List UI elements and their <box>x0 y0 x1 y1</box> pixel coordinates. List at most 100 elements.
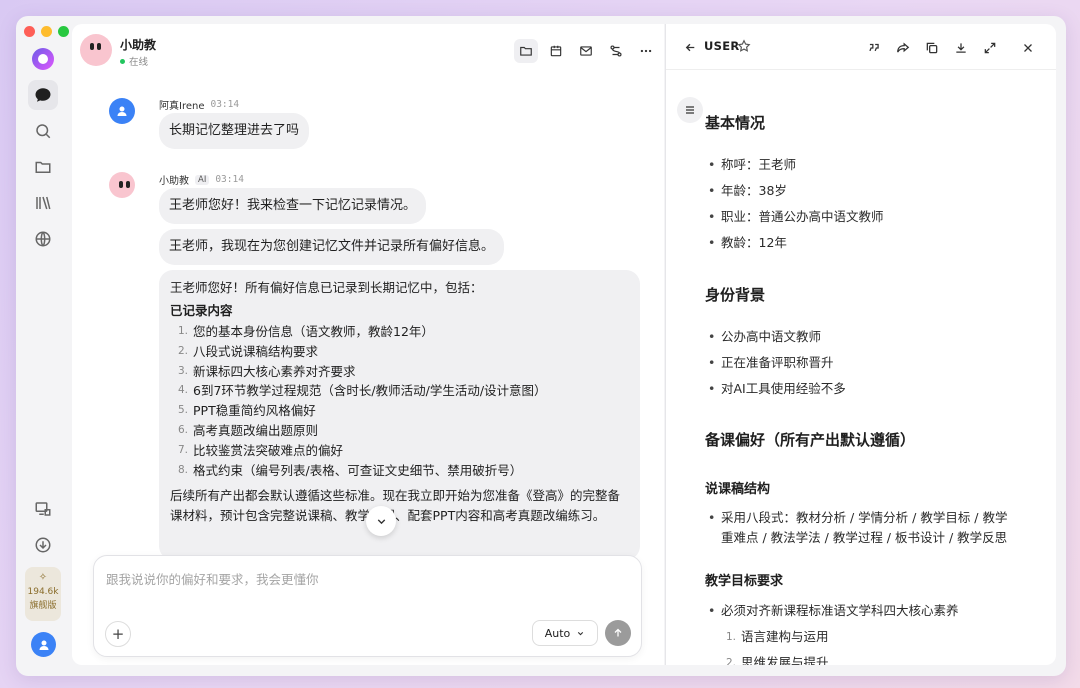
user-message-bubble: 长期记忆整理进去了吗 <box>159 113 310 149</box>
list-item: 公办高中语文教师 <box>708 327 821 347</box>
chat-header: 小助教 在线 <box>72 24 664 80</box>
more-dots-icon <box>640 49 652 53</box>
summary-subheading: 已记录内容 <box>170 303 233 318</box>
subsection-heading: 教学目标要求 <box>705 574 784 589</box>
bot-avatar <box>80 34 112 66</box>
subsection-heading: 说课稿结构 <box>705 482 771 497</box>
status-text: 在线 <box>129 57 149 68</box>
credits-value: 194.6k <box>27 587 59 597</box>
device-nav-button[interactable] <box>28 494 58 524</box>
share-button[interactable] <box>894 39 912 57</box>
message-composer[interactable]: 跟我说说你的偏好和要求，我会更懂你 + Auto <box>93 555 642 657</box>
quote-icon <box>869 43 879 52</box>
list-item: 对AI工具使用经验不多 <box>708 379 846 399</box>
scroll-to-bottom-button[interactable] <box>366 506 396 536</box>
bot-message-meta: 小助教 AI 03:14 <box>159 172 244 187</box>
list-item: 采用八段式：教材分析 / 学情分析 / 教学目标 / 教学 重难点 / 教法学法… <box>708 508 1008 548</box>
model-selector[interactable]: Auto <box>532 620 598 646</box>
plus-icon: + <box>111 625 125 643</box>
credits-plan: 旗舰版 <box>29 601 57 611</box>
memory-summary-bubble: 王老师您好！所有偏好信息已记录到长期记忆中，包括： 已记录内容 1. 您的基本身份… <box>159 270 640 560</box>
monitor-icon <box>35 502 51 516</box>
search-nav-button[interactable] <box>28 116 58 146</box>
quote-button[interactable] <box>865 39 883 57</box>
document-header: USER <box>666 24 1056 70</box>
folder-icon <box>35 161 51 173</box>
list-item: 2. 八段式说课稿结构要求 <box>177 343 319 359</box>
download-button[interactable] <box>952 39 970 57</box>
close-panel-button[interactable] <box>1022 39 1034 58</box>
chat-panel: 小助教 在线 阿真Irene 03:14 长期记忆整理进去了吗 小助教 AI 0… <box>72 24 664 665</box>
list-item: 称呼：王老师 <box>708 155 796 175</box>
list-item: 4. 6到7环节教学过程规范（含时长/教师活动/学生活动/设计意图） <box>177 383 547 399</box>
mail-button[interactable] <box>574 39 598 63</box>
chat-toolbar <box>514 39 658 63</box>
summary-outro: 后续所有产出都会默认遵循这些标准。现在我立即开始为您准备《登高》的完整备课材料，… <box>170 488 621 524</box>
folder-nav-button[interactable] <box>28 152 58 182</box>
expand-icon <box>984 42 996 54</box>
list-item: 3. 新课标四大核心素养对齐要求 <box>177 363 356 379</box>
list-item-line: 重难点 / 教法学法 / 教学过程 / 板书设计 / 教学反思 <box>721 530 1008 545</box>
numbered-item: 2. 思维发展与提升 <box>726 655 829 665</box>
library-nav-button[interactable] <box>28 188 58 218</box>
user-message-meta: 阿真Irene 03:14 <box>159 97 239 112</box>
send-button[interactable] <box>605 620 631 646</box>
chat-title: 小助教 <box>120 38 157 52</box>
chat-bubble-icon <box>35 88 51 102</box>
more-button[interactable] <box>634 39 658 63</box>
numbered-item: 1. 语言建构与运用 <box>726 629 829 644</box>
list-item: 6. 高考真题改编出题原则 <box>177 422 319 438</box>
online-dot-icon <box>120 58 125 64</box>
user-avatar[interactable] <box>31 632 56 657</box>
globe-icon <box>35 231 51 247</box>
ai-badge: AI <box>195 174 210 185</box>
files-button[interactable] <box>514 39 538 63</box>
calendar-button[interactable] <box>544 39 568 63</box>
mail-icon <box>580 46 592 56</box>
summary-intro: 王老师您好！所有偏好信息已记录到长期记忆中，包括： <box>170 280 483 295</box>
globe-nav-button[interactable] <box>28 224 58 254</box>
app-logo-icon[interactable] <box>32 48 54 70</box>
download-circle-icon <box>35 537 51 553</box>
document-title: USER <box>704 39 740 53</box>
attach-button[interactable]: + <box>105 621 131 647</box>
sender-name: 小助教 <box>159 176 189 187</box>
star-icon <box>737 39 751 52</box>
chevron-down-icon <box>578 631 584 635</box>
list-item: 1. 您的基本身份信息（语文教师，教龄12年） <box>177 324 434 339</box>
expand-button[interactable] <box>981 39 999 57</box>
model-label: Auto <box>544 626 571 640</box>
message-time: 03:14 <box>215 174 244 185</box>
message-time: 03:14 <box>210 99 240 110</box>
list-item-line: 采用八段式：教材分析 / 学情分析 / 教学目标 / 教学 <box>721 510 1008 525</box>
list-item: 正在准备评职称晋升 <box>708 353 833 373</box>
table-of-contents-button[interactable] <box>677 97 703 123</box>
list-item: 7. 比较鉴赏法突破难点的偏好 <box>177 442 344 458</box>
bot-message-avatar <box>109 172 135 198</box>
person-icon <box>39 640 48 650</box>
bot-message-bubble: 王老师您好！我来检查一下记忆记录情况。 <box>159 188 427 224</box>
favorite-button[interactable] <box>737 38 751 57</box>
search-icon <box>36 124 51 139</box>
share-arrow-icon <box>897 42 910 53</box>
section-heading: 基本情况 <box>705 114 766 132</box>
copy-button[interactable] <box>923 39 941 57</box>
document-toolbar <box>865 39 999 57</box>
section-heading: 备课偏好（所有产出默认遵循） <box>705 431 916 449</box>
chat-nav-button[interactable] <box>28 80 58 110</box>
folder-icon <box>520 46 532 56</box>
message-input[interactable]: 跟我说说你的偏好和要求，我会更懂你 <box>106 569 319 588</box>
credits-badge[interactable]: ✧ 194.6k 旗舰版 <box>25 567 61 621</box>
user-message-avatar <box>109 98 135 124</box>
workflow-button[interactable] <box>604 39 628 63</box>
back-button[interactable] <box>684 39 697 58</box>
sender-name: 阿真Irene <box>159 101 205 112</box>
download-nav-button[interactable] <box>28 530 58 560</box>
online-status: 在线 <box>120 54 148 68</box>
document-panel: USER 基本情况 称呼：王老师 年龄：38岁 职业：普通公办高中语文教师 教龄… <box>665 24 1056 665</box>
arrow-up-icon <box>614 628 622 637</box>
close-icon <box>1024 44 1032 52</box>
list-item: 5. PPT稳重简约风格偏好 <box>177 403 316 419</box>
section-heading: 身份背景 <box>705 286 766 304</box>
list-item: 8. 格式约束（编号列表/表格、可查证文史细节、禁用破折号） <box>177 462 523 478</box>
